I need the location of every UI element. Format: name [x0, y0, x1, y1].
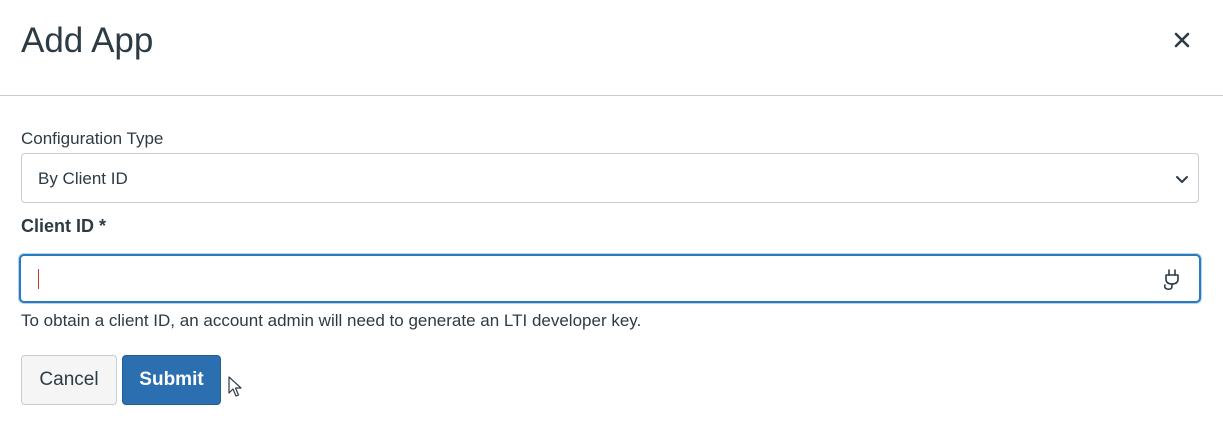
dialog-header: Add App [0, 0, 1223, 96]
close-icon [1174, 32, 1190, 48]
configuration-type-label: Configuration Type [21, 129, 164, 148]
client-id-input[interactable] [19, 254, 1201, 303]
client-id-help-text: To obtain a client ID, an account admin … [21, 311, 642, 330]
cancel-button[interactable]: Cancel [21, 355, 117, 405]
submit-button[interactable]: Submit [122, 355, 221, 405]
plug-icon [1163, 269, 1179, 290]
text-caret [38, 269, 39, 289]
configuration-type-select[interactable]: By Client ID [21, 153, 1199, 203]
configuration-type-value: By Client ID [38, 169, 128, 188]
dialog-title: Add App [21, 21, 154, 60]
mouse-cursor-icon [228, 376, 242, 397]
chevron-down-icon [1176, 176, 1188, 183]
client-id-label: Client ID * [21, 216, 107, 236]
add-app-dialog: Add App Configuration Type By Client ID … [0, 0, 1223, 426]
close-button[interactable] [1166, 24, 1198, 56]
